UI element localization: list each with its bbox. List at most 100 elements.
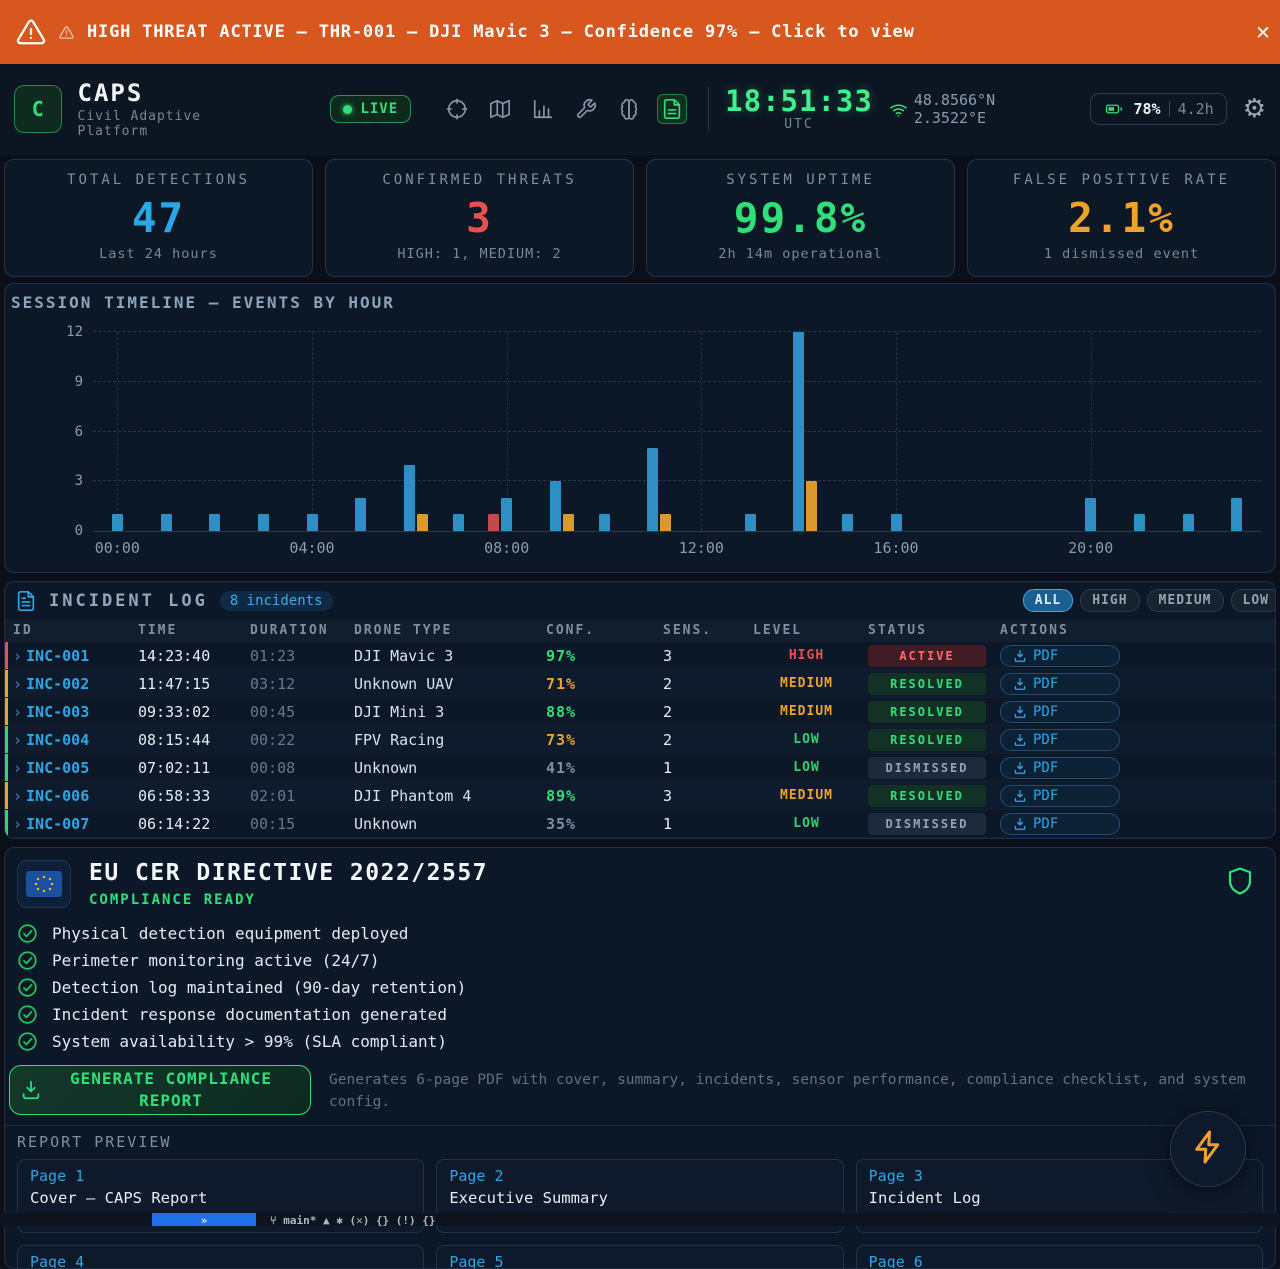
drone-type: Unknown UAV (346, 675, 538, 693)
actions-cell: PDF (992, 729, 1275, 751)
pdf-download-button[interactable]: PDF (1000, 645, 1120, 667)
generate-compliance-report-button[interactable]: GENERATE COMPLIANCE REPORT (9, 1065, 311, 1115)
confidence-value: 35% (538, 815, 655, 833)
pdf-download-button[interactable]: PDF (1000, 785, 1120, 807)
detections-bar[interactable] (355, 498, 366, 531)
table-row[interactable]: ›INC-00211:47:1503:12Unknown UAV71%2MEDI… (5, 670, 1275, 698)
brain-icon[interactable] (615, 95, 643, 123)
incident-id: ›INC-005 (5, 759, 130, 777)
status-cell: ACTIVE (860, 645, 992, 667)
incident-table-header: IDTIMEDURATIONDRONE TYPECONF.SENS.LEVELS… (5, 619, 1275, 642)
report-doc-icon[interactable] (657, 94, 687, 124)
checklist-item: Perimeter monitoring active (24/7) (17, 947, 1263, 974)
desktop-status-bar[interactable]: » ⑂ main* ▲ ✱ (✕) {} (!) {} (0, 1213, 1280, 1226)
eu-flag-icon (17, 860, 71, 908)
crosshair-icon[interactable] (443, 95, 471, 123)
detections-bar[interactable] (112, 514, 123, 531)
incident-time: 14:23:40 (130, 647, 242, 665)
table-row[interactable]: ›INC-00606:58:3302:01DJI Phantom 489%3ME… (5, 782, 1275, 810)
report-page-card-6[interactable]: Page 6System Configuration (856, 1245, 1263, 1269)
detections-bar[interactable] (404, 465, 415, 531)
stat-sub: 1 dismissed event (974, 246, 1269, 262)
report-preview-label: REPORT PREVIEW (5, 1125, 1275, 1157)
threat-alert-banner[interactable]: HIGH THREAT ACTIVE — THR-001 — DJI Mavic… (0, 0, 1280, 64)
x-tick-label: 12:00 (679, 539, 724, 557)
checklist-text: Perimeter monitoring active (24/7) (52, 951, 380, 970)
checklist-text: Detection log maintained (90-day retenti… (52, 978, 466, 997)
detections-bar[interactable] (891, 514, 902, 531)
medium-threats-bar[interactable] (563, 514, 574, 531)
report-page-card-5[interactable]: Page 5CER Compliance (436, 1245, 843, 1269)
incident-duration: 02:01 (242, 787, 346, 805)
status-badge: RESOLVED (868, 673, 986, 695)
incident-time: 08:15:44 (130, 731, 242, 749)
detections-bar[interactable] (793, 332, 804, 531)
incident-id-text: INC-003 (26, 703, 89, 721)
chevron-right-icon: › (13, 703, 22, 721)
wrench-icon[interactable] (572, 95, 600, 123)
detections-bar[interactable] (1085, 498, 1096, 531)
table-row[interactable]: ›INC-00408:15:4400:22FPV Racing73%2LOWRE… (5, 726, 1275, 754)
filter-low[interactable]: LOW (1231, 589, 1276, 612)
incident-duration: 01:23 (242, 647, 346, 665)
stat-label: SYSTEM UPTIME (653, 172, 948, 188)
pdf-label: PDF (1033, 648, 1058, 664)
medium-threats-bar[interactable] (806, 481, 817, 531)
detections-bar[interactable] (1134, 514, 1145, 531)
filter-high[interactable]: HIGH (1080, 589, 1139, 612)
detections-bar[interactable] (1231, 498, 1242, 531)
incident-id-text: INC-004 (26, 731, 89, 749)
incident-log-title: INCIDENT LOG (49, 591, 208, 611)
detections-bar[interactable] (501, 498, 512, 531)
detections-bar[interactable] (161, 514, 172, 531)
page-subtitle: Civil Adaptive Platform (78, 109, 279, 139)
status-badge: RESOLVED (868, 729, 986, 751)
detections-bar[interactable] (745, 514, 756, 531)
detections-bar[interactable] (258, 514, 269, 531)
chevron-right-icon: › (13, 647, 22, 665)
title-block: CAPS Civil Adaptive Platform (78, 80, 279, 139)
y-gridline (93, 431, 1261, 432)
incident-time: 06:58:33 (130, 787, 242, 805)
pdf-download-button[interactable]: PDF (1000, 757, 1120, 779)
detections-bar[interactable] (1183, 514, 1194, 531)
x-gridline (701, 332, 702, 531)
checklist-item: Physical detection equipment deployed (17, 920, 1263, 947)
detections-bar[interactable] (599, 514, 610, 531)
report-page-card-4[interactable]: Page 4Sensor Performance (17, 1245, 424, 1269)
pdf-download-button[interactable]: PDF (1000, 701, 1120, 723)
detections-bar[interactable] (550, 481, 561, 531)
pdf-download-button[interactable]: PDF (1000, 729, 1120, 751)
incident-table-body: ›INC-00114:23:4001:23DJI Mavic 397%3HIGH… (5, 642, 1275, 838)
table-row[interactable]: ›INC-00706:14:2200:15Unknown35%1LOWDISMI… (5, 810, 1275, 838)
bar-chart-icon[interactable] (529, 95, 557, 123)
close-icon[interactable]: ✕ (1256, 19, 1270, 45)
detections-bar[interactable] (842, 514, 853, 531)
detections-bar[interactable] (453, 514, 464, 531)
pdf-download-button[interactable]: PDF (1000, 813, 1120, 835)
medium-threats-bar[interactable] (417, 514, 428, 531)
column-header: SENS. (655, 623, 745, 638)
detections-bar[interactable] (307, 514, 318, 531)
y-tick-label: 6 (51, 424, 83, 440)
check-circle-icon (17, 1031, 38, 1052)
stat-card-1: CONFIRMED THREATS3HIGH: 1, MEDIUM: 2 (325, 159, 634, 277)
high-threats-bar[interactable] (488, 514, 499, 531)
table-row[interactable]: ›INC-00507:02:1100:08Unknown41%1LOWDISMI… (5, 754, 1275, 782)
filter-medium[interactable]: MEDIUM (1147, 589, 1224, 612)
pdf-download-button[interactable]: PDF (1000, 673, 1120, 695)
quick-action-button[interactable] (1170, 1111, 1246, 1187)
medium-threats-bar[interactable] (660, 514, 671, 531)
table-row[interactable]: ›INC-00309:33:0200:45DJI Mini 388%2MEDIU… (5, 698, 1275, 726)
filter-all[interactable]: ALL (1023, 589, 1073, 612)
detections-bar[interactable] (209, 514, 220, 531)
map-icon[interactable] (486, 95, 514, 123)
table-row[interactable]: ›INC-00114:23:4001:23DJI Mavic 397%3HIGH… (5, 642, 1275, 670)
check-circle-icon (17, 977, 38, 998)
column-header: TIME (130, 623, 242, 638)
pdf-label: PDF (1033, 676, 1058, 692)
check-circle-icon (17, 1004, 38, 1025)
settings-gear-icon[interactable]: ⚙ (1243, 96, 1266, 122)
detections-bar[interactable] (647, 448, 658, 531)
x-tick-label: 20:00 (1068, 539, 1113, 557)
